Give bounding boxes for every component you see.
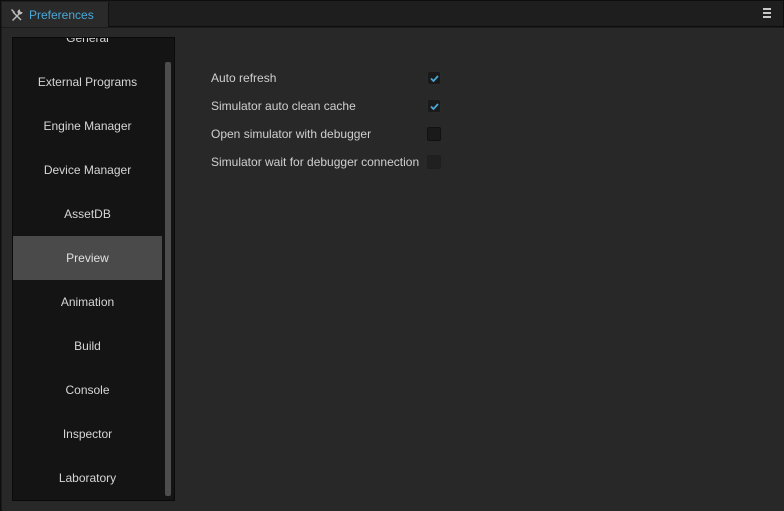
setting-label: Auto refresh (211, 71, 277, 85)
sidebar-item-general[interactable]: General (13, 37, 162, 60)
setting-label: Simulator wait for debugger connection (211, 155, 420, 169)
sidebar-item-label: Animation (60, 295, 115, 309)
sidebar-list: General External Programs Engine Manager… (13, 37, 162, 500)
sidebar-item-device-manager[interactable]: Device Manager (13, 148, 162, 192)
auto-refresh-checkbox[interactable] (427, 71, 441, 85)
sidebar-item-external-programs[interactable]: External Programs (13, 60, 162, 104)
sidebar-item-label: Build (74, 339, 101, 353)
preferences-content: General External Programs Engine Manager… (2, 28, 784, 511)
sidebar-item-preview[interactable]: Preview (13, 236, 162, 280)
tools-icon (9, 7, 25, 23)
sidebar-scroll-thumb[interactable] (165, 62, 171, 496)
preview-settings: Auto refresh Simulator auto clean cache … (211, 64, 451, 176)
sidebar-item-label: AssetDB (64, 207, 111, 221)
preferences-sidebar: General External Programs Engine Manager… (12, 37, 175, 501)
tab-title: Preferences (29, 7, 94, 22)
checkmark-icon (430, 103, 439, 111)
sidebar-item-build[interactable]: Build (13, 324, 162, 368)
sidebar-item-label: Inspector (62, 427, 113, 441)
sidebar-item-laboratory[interactable]: Laboratory (13, 456, 162, 500)
panel-menu-icon[interactable] (761, 6, 773, 20)
setting-simulator-auto-clean-cache: Simulator auto clean cache (211, 92, 451, 120)
sidebar-item-engine-manager[interactable]: Engine Manager (13, 104, 162, 148)
sidebar-item-inspector[interactable]: Inspector (13, 412, 162, 456)
sidebar-item-label: Engine Manager (43, 119, 132, 133)
sidebar-item-assetdb[interactable]: AssetDB (13, 192, 162, 236)
simulator-auto-clean-cache-checkbox[interactable] (427, 99, 441, 113)
setting-label: Open simulator with debugger (211, 127, 372, 141)
tab-bar: Preferences (1, 1, 783, 27)
sidebar-item-label: Preview (66, 251, 109, 265)
setting-simulator-wait-for-debugger: Simulator wait for debugger connection (211, 148, 451, 176)
sidebar-item-animation[interactable]: Animation (13, 280, 162, 324)
sidebar-scrollbar[interactable] (164, 38, 172, 500)
sidebar-item-label: Laboratory (58, 471, 117, 485)
sidebar-item-label: External Programs (37, 75, 138, 89)
sidebar-item-label: Device Manager (43, 163, 132, 177)
open-simulator-with-debugger-checkbox[interactable] (427, 127, 441, 141)
checkmark-icon (430, 75, 439, 83)
tab-preferences[interactable]: Preferences (2, 2, 109, 27)
sidebar-item-label: General (66, 37, 109, 45)
sidebar-item-label: Console (65, 383, 110, 397)
setting-open-simulator-with-debugger: Open simulator with debugger (211, 120, 451, 148)
preferences-window: Preferences General External Programs En… (0, 0, 784, 511)
simulator-wait-for-debugger-checkbox[interactable] (427, 155, 441, 169)
setting-label: Simulator auto clean cache (211, 99, 356, 113)
sidebar-item-console[interactable]: Console (13, 368, 162, 412)
setting-auto-refresh: Auto refresh (211, 64, 451, 92)
